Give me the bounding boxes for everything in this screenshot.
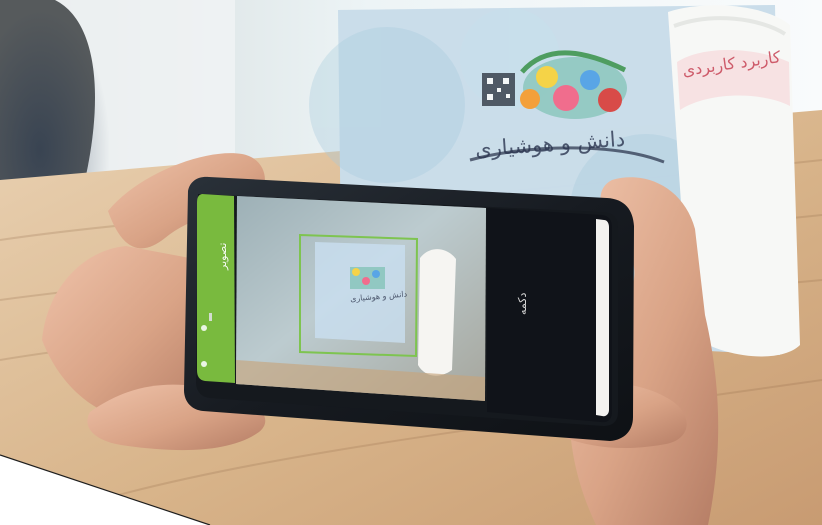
capture-panel <box>487 208 612 423</box>
capture-button-label[interactable]: دکمه <box>516 293 529 315</box>
photo-scene <box>0 0 822 525</box>
camera-mode-label: تصویر <box>216 242 229 270</box>
green-toolbar <box>197 194 235 383</box>
scene: دانش و هوشیاری کاربرد کاربردی دانش و هوش… <box>0 0 822 525</box>
